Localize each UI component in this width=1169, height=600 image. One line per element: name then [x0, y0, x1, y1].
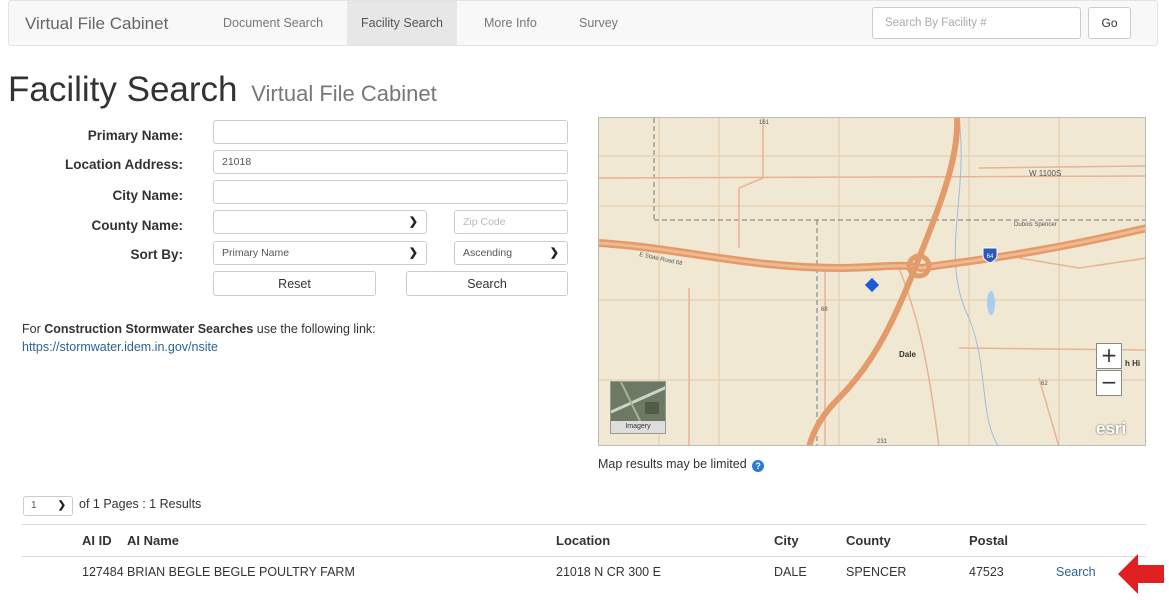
imagery-label: Imagery [611, 421, 665, 433]
map-canvas: W 1100S Dubois Spencer Dale 161 68 62 23… [599, 118, 1145, 445]
col-header-postal: Postal [969, 533, 1009, 548]
reset-button[interactable]: Reset [213, 271, 376, 296]
note-prefix: For [22, 322, 45, 336]
primary-name-label: Primary Name: [87, 128, 183, 143]
sort-order-value: Ascending [463, 247, 513, 259]
table-top-rule [22, 524, 1146, 525]
county-name-select[interactable]: ❯ [213, 210, 427, 234]
note-suffix: use the following link: [253, 322, 376, 336]
stormwater-note: For Construction Stormwater Searches use… [22, 320, 376, 356]
col-header-ai-id: AI ID [82, 533, 112, 548]
esri-logo: esri [1096, 419, 1127, 438]
map-label-h-hi: h Hi [1125, 359, 1140, 368]
info-icon[interactable]: ? [752, 460, 765, 472]
col-header-ai-name: AI Name [127, 533, 180, 548]
city-name-label: City Name: [112, 188, 183, 203]
city-name-input[interactable] [213, 180, 568, 204]
map-caption: Map results may be limited ? [598, 457, 765, 472]
sort-by-select[interactable]: Primary Name ❯ [213, 241, 427, 265]
map-label-w1100s: W 1100S [1029, 169, 1061, 178]
map-label-dubois-spencer: Dubois Spencer [1014, 222, 1057, 228]
imagery-basemap-toggle[interactable]: Imagery [610, 381, 666, 434]
map-caption-text: Map results may be limited [598, 457, 747, 471]
cell-county: SPENCER [846, 565, 907, 579]
satellite-thumbnail-icon [611, 382, 665, 423]
map-label-route-231: 231 [877, 439, 888, 445]
interstate-number: 64 [987, 254, 994, 260]
red-arrow-icon [1118, 554, 1164, 594]
top-navbar: Virtual File Cabinet Document Search Fac… [8, 0, 1158, 46]
cell-postal: 47523 [969, 565, 1004, 579]
sort-by-label: Sort By: [130, 247, 183, 262]
chevron-down-icon: ❯ [57, 500, 66, 511]
col-header-location: Location [556, 533, 611, 548]
location-address-input[interactable] [213, 150, 568, 174]
col-header-city: City [774, 533, 799, 548]
nav-more-info[interactable]: More Info [470, 1, 551, 45]
col-header-county: County [846, 533, 891, 548]
facility-number-search-input[interactable] [872, 7, 1081, 39]
stormwater-link[interactable]: https://stormwater.idem.in.gov/nsite [22, 340, 218, 354]
table-header-rule [22, 556, 1146, 557]
pager-summary: of 1 Pages : 1 Results [79, 497, 202, 511]
chevron-down-icon: ❯ [408, 247, 418, 259]
go-button[interactable]: Go [1088, 7, 1131, 39]
map-label-route-62: 62 [1041, 381, 1048, 387]
brand-link[interactable]: Virtual File Cabinet [25, 14, 168, 34]
sort-by-value: Primary Name [222, 247, 290, 259]
page-title-main: Facility Search [8, 70, 238, 109]
zoom-in-button[interactable]: + [1096, 343, 1122, 369]
page-select[interactable]: 1 ❯ [23, 496, 73, 516]
chevron-down-icon: ❯ [549, 247, 559, 259]
county-name-label: County Name: [91, 218, 183, 233]
cell-location: 21018 N CR 300 E [556, 565, 661, 579]
sort-order-select[interactable]: Ascending ❯ [454, 241, 568, 265]
nav-survey[interactable]: Survey [565, 1, 632, 45]
page-title: Facility Search Virtual File Cabinet [8, 70, 437, 114]
location-address-label: Location Address: [64, 157, 183, 172]
cell-ai-name: BRIAN BEGLE BEGLE POULTRY FARM [127, 565, 355, 579]
page-select-value: 1 [31, 500, 37, 511]
note-bold: Construction Stormwater Searches [44, 322, 254, 336]
zip-code-input[interactable] [454, 210, 568, 234]
page-subtitle: Virtual File Cabinet [251, 81, 437, 106]
chevron-down-icon: ❯ [408, 216, 418, 228]
zoom-out-button[interactable]: − [1096, 370, 1122, 396]
facility-map[interactable]: W 1100S Dubois Spencer Dale 161 68 62 23… [598, 117, 1146, 446]
search-button[interactable]: Search [406, 271, 568, 296]
map-label-route-161: 161 [759, 120, 770, 126]
nav-document-search[interactable]: Document Search [209, 1, 337, 45]
primary-name-input[interactable] [213, 120, 568, 144]
cell-ai-id: 127484 [82, 565, 124, 579]
map-label-dale: Dale [899, 350, 916, 359]
cell-city: DALE [774, 565, 807, 579]
nav-facility-search[interactable]: Facility Search [347, 1, 457, 45]
map-label-route-68: 68 [821, 307, 828, 313]
row-search-link[interactable]: Search [1056, 565, 1096, 579]
